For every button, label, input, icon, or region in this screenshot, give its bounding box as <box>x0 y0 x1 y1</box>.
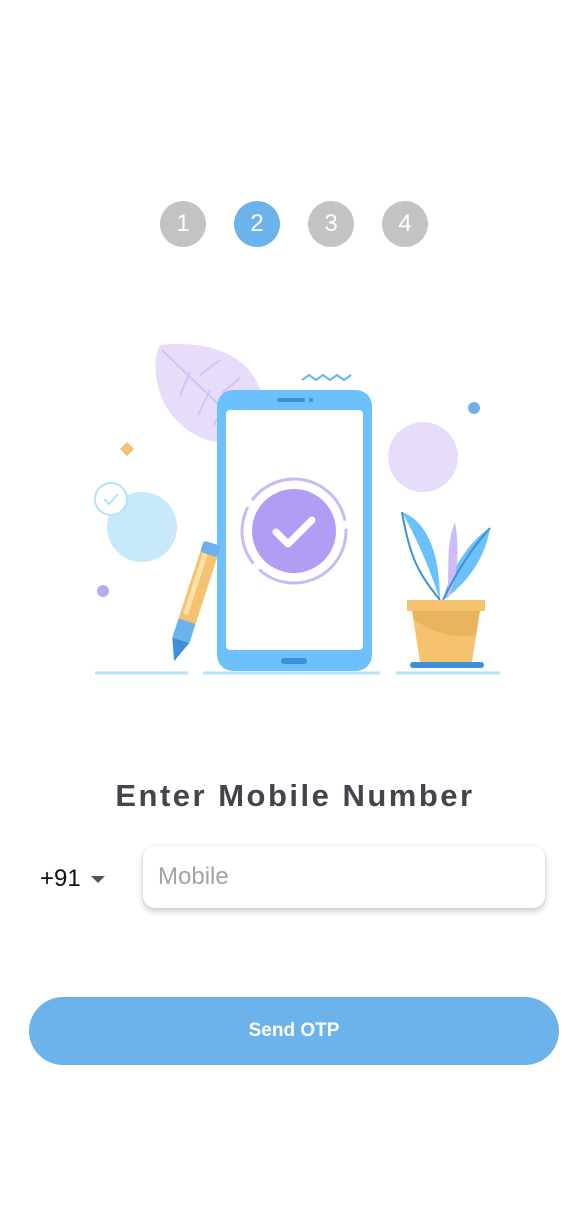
page-title: Enter Mobile Number <box>115 778 475 813</box>
stepper: 1 2 3 4 <box>0 201 583 249</box>
phone-icon <box>217 390 372 671</box>
dot-icon <box>468 402 480 414</box>
plant-icon <box>401 511 491 668</box>
pen-icon <box>172 541 221 662</box>
check-circle-icon <box>94 482 128 516</box>
country-code-label: +91 <box>40 865 81 892</box>
phone-verified-icon <box>94 343 500 675</box>
dot-icon <box>97 585 109 597</box>
step-3[interactable]: 3 <box>308 201 354 247</box>
caret-down-icon <box>90 875 105 883</box>
diamond-icon <box>119 441 135 457</box>
step-1[interactable]: 1 <box>160 201 206 247</box>
mobile-input[interactable] <box>143 846 545 908</box>
country-code-selector[interactable]: +91 <box>40 862 105 896</box>
wave-icon <box>301 373 352 382</box>
step-4[interactable]: 4 <box>382 201 428 247</box>
send-otp-button[interactable]: Send OTP <box>29 997 559 1065</box>
circle-icon <box>388 422 458 492</box>
step-2-active[interactable]: 2 <box>234 201 280 247</box>
